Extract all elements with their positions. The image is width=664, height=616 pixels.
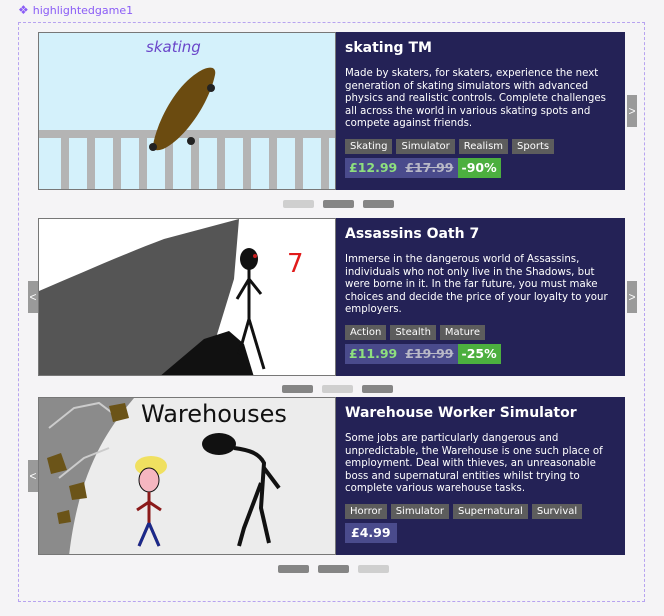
component-icon: ❖ <box>18 3 29 17</box>
tag[interactable]: Simulator <box>390 503 449 519</box>
carousel-dot[interactable] <box>282 385 313 393</box>
carousel-dots <box>283 200 394 208</box>
price-row: £11.99 £19.99 -25% <box>345 343 616 364</box>
carousel-dot[interactable] <box>323 200 354 208</box>
old-price: £17.99 <box>401 157 458 178</box>
game-info-panel: Assassins Oath 7 Immerse in the dangerou… <box>336 218 625 376</box>
game-image-skating[interactable]: skating <box>38 32 336 190</box>
tag[interactable]: Survival <box>531 503 583 519</box>
next-arrow-button[interactable]: > <box>627 95 637 127</box>
tag-list: Skating Simulator Realism Sports <box>345 138 616 154</box>
carousel-dot[interactable] <box>362 385 393 393</box>
carousel-dot[interactable] <box>363 200 394 208</box>
tag-list: Horror Simulator Supernatural Survival <box>345 503 616 519</box>
game-slide-skating[interactable]: skating skating TM Made by skaters, for … <box>38 32 627 190</box>
carousel-dot[interactable] <box>318 565 349 573</box>
game-title: skating TM <box>345 40 432 56</box>
carousel-dot[interactable] <box>278 565 309 573</box>
price: £12.99 <box>345 157 402 178</box>
discount-badge: -90% <box>457 157 501 178</box>
component-label: ❖ highlightedgame1 <box>18 3 133 17</box>
price: £11.99 <box>345 343 402 364</box>
tag[interactable]: Action <box>345 324 387 340</box>
price-row: £4.99 <box>345 522 616 543</box>
image-caption: Warehouses <box>141 400 287 428</box>
tag[interactable]: Mature <box>439 324 485 340</box>
carousel-dots <box>278 565 389 573</box>
prev-arrow-button[interactable]: < <box>28 460 38 492</box>
old-price: £19.99 <box>401 343 458 364</box>
game-image-assassins[interactable]: 7 <box>38 218 336 376</box>
game-title: Warehouse Worker Simulator <box>345 405 577 421</box>
price: £4.99 <box>345 522 397 543</box>
tag[interactable]: Sports <box>512 138 555 154</box>
next-arrow-button[interactable]: > <box>627 281 637 313</box>
game-title: Assassins Oath 7 <box>345 226 480 242</box>
carousel-dot[interactable] <box>283 200 314 208</box>
tag[interactable]: Horror <box>345 503 387 519</box>
discount-badge: -25% <box>457 343 501 364</box>
game-description: Some jobs are particularly dangerous and… <box>345 433 603 495</box>
skateboard-illustration <box>39 67 335 189</box>
game-description: Immerse in the dangerous world of Assass… <box>345 254 608 316</box>
game-info-panel: skating TM Made by skaters, for skaters,… <box>336 32 625 190</box>
tag[interactable]: Supernatural <box>452 503 528 519</box>
tag[interactable]: Realism <box>458 138 509 154</box>
game-slide-warehouse[interactable]: Warehouses Warehouse Worker Simulator So… <box>38 397 627 555</box>
carousel-dot[interactable] <box>322 385 353 393</box>
image-caption: 7 <box>287 249 304 279</box>
tag[interactable]: Simulator <box>396 138 455 154</box>
tag[interactable]: Stealth <box>390 324 436 340</box>
carousel-dot[interactable] <box>358 565 389 573</box>
tag[interactable]: Skating <box>345 138 393 154</box>
game-info-panel: Warehouse Worker Simulator Some jobs are… <box>336 397 625 555</box>
prev-arrow-button[interactable]: < <box>28 281 38 313</box>
price-row: £12.99 £17.99 -90% <box>345 157 616 178</box>
game-description: Made by skaters, for skaters, experience… <box>345 68 606 130</box>
game-image-warehouse[interactable]: Warehouses <box>38 397 336 555</box>
tag-list: Action Stealth Mature <box>345 324 616 340</box>
component-name: highlightedgame1 <box>32 3 134 17</box>
carousel-dots <box>282 385 393 393</box>
assassin-illustration <box>39 219 266 375</box>
game-slide-assassins[interactable]: 7 Assassins Oath 7 Immerse in the danger… <box>38 218 627 376</box>
image-caption: skating <box>146 38 201 56</box>
